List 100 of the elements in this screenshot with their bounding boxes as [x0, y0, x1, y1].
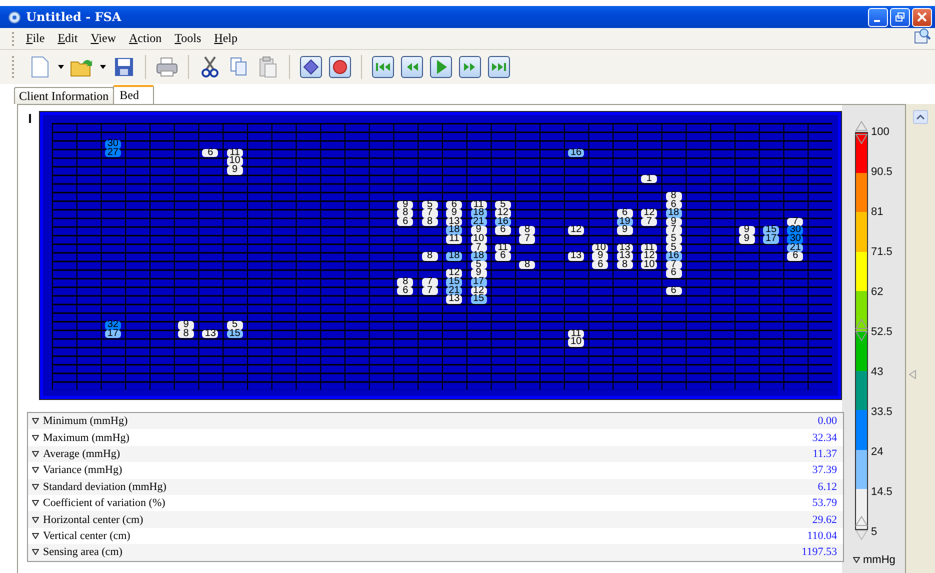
stat-label: Horizontal center (cm)	[43, 514, 144, 526]
expand-arrow-icon[interactable]	[32, 532, 39, 539]
pressure-reading: 15	[446, 278, 462, 287]
diamond-button[interactable]	[300, 56, 322, 78]
pressure-reading: 7	[422, 278, 438, 287]
pressure-reading: 8	[422, 218, 438, 226]
pressure-reading: 11	[446, 234, 462, 244]
expand-arrow-icon[interactable]	[32, 434, 39, 441]
menu-item[interactable]: View	[90, 30, 116, 47]
stat-value: 110.04	[807, 530, 837, 542]
threshold-marker-icon[interactable]	[855, 319, 868, 329]
pressure-reading: 6	[202, 148, 218, 158]
app-icon	[8, 10, 21, 24]
pressure-reading: 15	[470, 295, 487, 304]
tab[interactable]: Client Information	[14, 87, 114, 104]
pressure-reading: 13	[202, 330, 218, 338]
menu-item[interactable]: Help	[214, 30, 238, 47]
scroll-up-button[interactable]	[913, 110, 928, 124]
skip-back-icon	[375, 61, 391, 73]
pressure-reading: 8	[422, 252, 438, 261]
pressure-reading: 5	[470, 260, 487, 270]
restore-button[interactable]	[890, 8, 910, 26]
pressure-reading: 12	[641, 252, 658, 261]
pressure-reading: 18	[446, 226, 462, 235]
record-button[interactable]	[329, 56, 351, 78]
scissors-icon	[201, 56, 219, 78]
expand-arrow-icon[interactable]	[32, 450, 39, 457]
expand-arrow-icon[interactable]	[32, 500, 39, 506]
tab[interactable]: Bed	[112, 85, 154, 104]
clipboard-icon	[258, 56, 278, 78]
expand-arrow-icon[interactable]	[32, 467, 39, 474]
pressure-reading: 5	[666, 234, 682, 244]
stat-value: 32.34	[812, 432, 837, 444]
pressure-reading: 10	[641, 260, 658, 270]
stat-value: 1197.53	[802, 546, 837, 558]
scale-label: 24	[871, 446, 884, 458]
threshold-marker-icon[interactable]	[855, 530, 868, 540]
menu-item[interactable]: Edit	[58, 30, 78, 47]
expand-arrow-icon[interactable]	[32, 418, 39, 424]
menu-item[interactable]: Action	[128, 30, 162, 47]
pressure-reading: 7	[666, 226, 682, 235]
expand-arrow-icon[interactable]	[32, 484, 39, 490]
skip-to-start-button[interactable]	[372, 56, 394, 78]
pressure-reading: 21	[446, 286, 462, 296]
expand-arrow-icon[interactable]	[32, 549, 39, 556]
stat-label: Average (mmHg)	[43, 448, 120, 460]
pressure-reading: 6	[494, 226, 511, 235]
menu-item[interactable]: Tools	[174, 30, 202, 47]
threshold-marker-icon[interactable]	[855, 331, 868, 341]
pressure-reading: 16	[568, 148, 584, 158]
pressure-reading: 6	[787, 252, 804, 261]
pressure-reading: 15	[226, 330, 243, 338]
scale-label: 100	[871, 126, 890, 138]
stat-value: 37.39	[812, 464, 837, 476]
pressure-reading: 13	[616, 244, 633, 252]
pressure-reading: 8	[616, 260, 633, 270]
pressure-reading: 11	[226, 148, 243, 158]
pressure-reading: 9	[178, 321, 194, 330]
pressure-reading: 30	[104, 140, 121, 149]
minimize-button[interactable]	[868, 8, 888, 26]
pressure-reading: 11	[568, 330, 584, 338]
close-icon	[917, 12, 927, 22]
printer-icon	[156, 57, 178, 77]
rewind-button[interactable]	[401, 56, 423, 78]
pressure-reading: 12	[641, 209, 658, 218]
pressure-reading: 6	[616, 209, 633, 218]
pressure-reading: 9	[226, 166, 243, 175]
caret-icon	[58, 65, 64, 69]
menu-item[interactable]: File	[26, 30, 45, 47]
threshold-marker-icon[interactable]	[855, 516, 868, 526]
pressure-reading: 13	[446, 218, 462, 226]
pressure-reading: 7	[422, 209, 438, 218]
threshold-marker-icon[interactable]	[855, 121, 868, 131]
pressure-reading: 6	[397, 218, 414, 226]
restore-icon	[895, 12, 905, 22]
caret-icon	[100, 65, 106, 69]
stat-label: Maximum (mmHg)	[43, 432, 130, 444]
threshold-marker-icon[interactable]	[855, 134, 868, 144]
scale-label: 14.5	[871, 486, 892, 498]
pressure-reading: 6	[397, 286, 414, 296]
fast-forward-button[interactable]	[459, 56, 481, 78]
stat-value: 11.37	[812, 448, 837, 460]
pressure-reading: 30	[787, 234, 804, 244]
scale-label: 90.5	[871, 166, 892, 178]
play-button[interactable]	[430, 56, 452, 78]
pressure-reading: 8	[519, 226, 536, 235]
pressure-reading: 8	[397, 278, 414, 287]
stat-label: Minimum (mmHg)	[43, 415, 128, 428]
pressure-reading: 16	[666, 252, 682, 261]
pressure-reading: 7	[519, 234, 536, 244]
pressure-reading: 8	[666, 192, 682, 200]
expand-arrow-icon[interactable]	[853, 557, 860, 563]
pressure-reading: 18	[470, 209, 487, 218]
skip-to-end-button[interactable]	[488, 56, 510, 78]
pressure-reading: 9	[666, 218, 682, 226]
pressure-reading: 10	[592, 244, 608, 252]
stat-label: Standard deviation (mmHg)	[43, 480, 166, 493]
close-button[interactable]	[912, 8, 932, 26]
expand-arrow-icon[interactable]	[32, 516, 39, 523]
pressure-reading: 12	[470, 286, 487, 296]
